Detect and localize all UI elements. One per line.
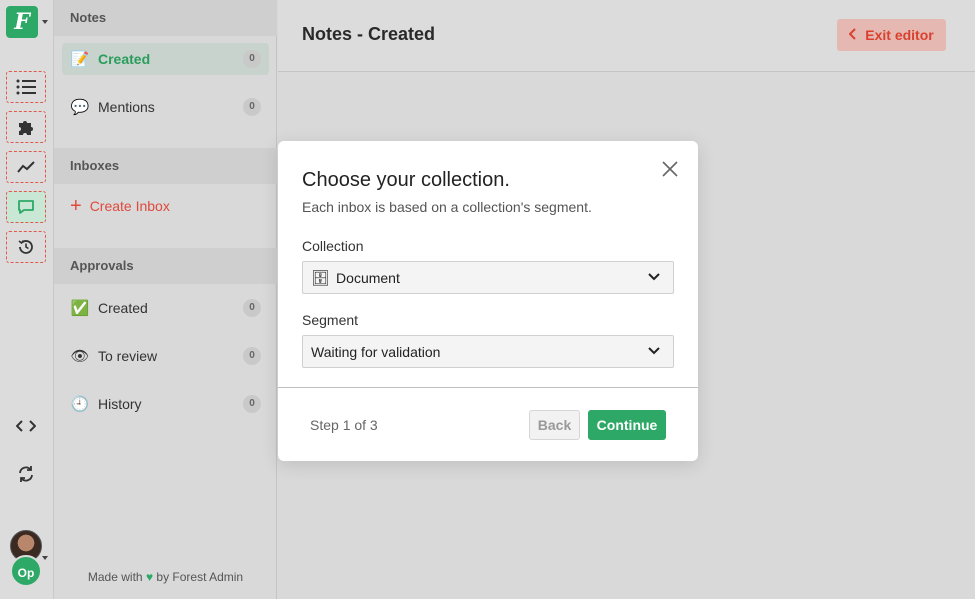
code-icon[interactable] bbox=[6, 410, 46, 442]
chevron-down-icon bbox=[647, 270, 661, 287]
segment-label: Segment bbox=[302, 312, 359, 328]
sync-icon[interactable] bbox=[6, 458, 46, 490]
nav-item-history[interactable]: 🕘 History 0 bbox=[62, 388, 269, 420]
count-badge: 0 bbox=[243, 50, 261, 68]
create-inbox-link[interactable]: + Create Inbox bbox=[70, 196, 170, 216]
main-header: Notes - Created Exit editor bbox=[278, 0, 975, 72]
back-button[interactable]: Back bbox=[529, 410, 580, 440]
collection-value: Document bbox=[336, 269, 400, 286]
page-title: Notes - Created bbox=[302, 24, 436, 44]
collection-label: Collection bbox=[302, 238, 364, 254]
icon-rail: F Op bbox=[0, 0, 54, 599]
side-panel: Notes 📝 Created 0 💬 Mentions 0 Inboxes +… bbox=[54, 0, 277, 599]
count-badge: 0 bbox=[243, 299, 261, 317]
made-with-prefix: Made with bbox=[87, 570, 143, 584]
speech-bubble-icon: 💬 bbox=[70, 99, 90, 116]
project-badge[interactable]: Op bbox=[10, 555, 42, 587]
count-badge: 0 bbox=[243, 395, 261, 413]
exit-editor-button[interactable]: Exit editor bbox=[837, 19, 946, 51]
nav-item-to-review[interactable]: 👁 To review 0 bbox=[62, 340, 269, 372]
nav-item-label: Mentions bbox=[98, 99, 155, 115]
history-icon[interactable] bbox=[6, 231, 46, 263]
memo-icon: 📝 bbox=[70, 51, 90, 68]
nav-item-mentions[interactable]: 💬 Mentions 0 bbox=[62, 91, 269, 123]
chart-line-icon[interactable] bbox=[6, 151, 46, 183]
check-box-icon: ✅ bbox=[70, 300, 90, 317]
create-inbox-label: Create Inbox bbox=[89, 198, 170, 214]
continue-button[interactable]: Continue bbox=[588, 410, 666, 440]
modal-divider bbox=[278, 387, 698, 388]
nav-item-notes-created[interactable]: 📝 Created 0 bbox=[62, 43, 269, 75]
collection-select[interactable]: 🗄 Document bbox=[302, 261, 674, 294]
forest-logo[interactable]: F bbox=[6, 6, 38, 38]
avatar-caret-icon[interactable] bbox=[42, 556, 48, 560]
made-with-suffix: by Forest Admin bbox=[156, 570, 244, 584]
close-icon[interactable] bbox=[658, 157, 682, 181]
modal-title: Choose your collection. bbox=[302, 169, 510, 191]
plus-icon: + bbox=[70, 195, 82, 217]
segment-select[interactable]: Waiting for validation bbox=[302, 335, 674, 368]
logo-caret-icon[interactable] bbox=[42, 20, 48, 24]
puzzle-icon[interactable] bbox=[6, 111, 46, 143]
notes-section-header: Notes bbox=[54, 0, 277, 36]
count-badge: 0 bbox=[243, 347, 261, 365]
nav-item-label: History bbox=[98, 396, 142, 412]
count-badge: 0 bbox=[243, 98, 261, 116]
chevron-down-icon bbox=[647, 344, 661, 361]
modal-subtitle: Each inbox is based on a collection's se… bbox=[302, 199, 592, 215]
nav-item-label: To review bbox=[98, 348, 158, 364]
nav-item-label: Created bbox=[98, 300, 148, 316]
eye-icon: 👁 bbox=[70, 348, 90, 365]
segment-value: Waiting for validation bbox=[311, 343, 441, 360]
chat-icon[interactable] bbox=[6, 191, 46, 223]
heart-icon: ♥ bbox=[145, 570, 154, 584]
inboxes-section-header: Inboxes bbox=[54, 148, 277, 184]
nav-item-label: Created bbox=[98, 51, 151, 67]
approvals-section-header: Approvals bbox=[54, 248, 277, 284]
step-indicator: Step 1 of 3 bbox=[310, 417, 378, 433]
made-with-footer: Made with ♥ by Forest Admin bbox=[54, 570, 277, 584]
nav-item-approvals-created[interactable]: ✅ Created 0 bbox=[62, 292, 269, 324]
list-icon[interactable] bbox=[6, 71, 46, 103]
chevron-left-icon bbox=[848, 27, 857, 43]
file-cabinet-icon: 🗄 bbox=[311, 269, 331, 287]
clock-icon: 🕘 bbox=[70, 396, 90, 413]
exit-editor-label: Exit editor bbox=[865, 27, 934, 43]
choose-collection-modal: Choose your collection. Each inbox is ba… bbox=[278, 141, 698, 461]
